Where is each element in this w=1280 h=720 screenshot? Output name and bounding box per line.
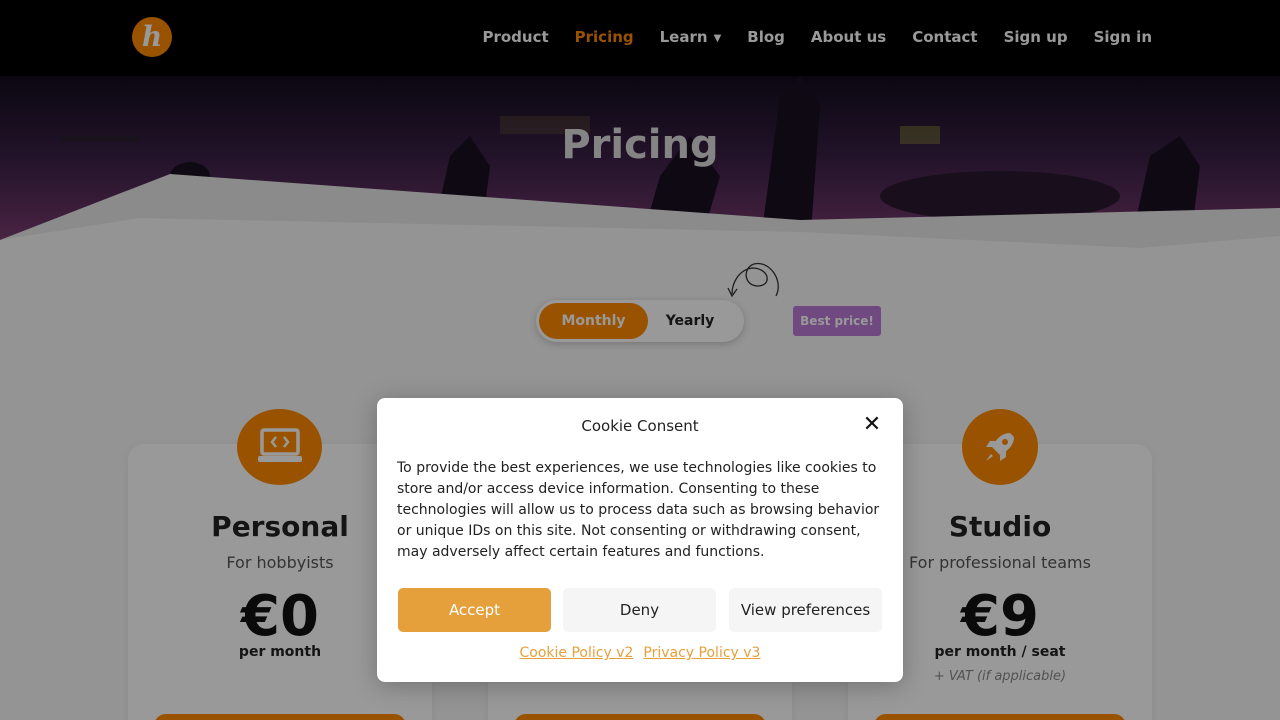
policy-links: Cookie Policy v2 Privacy Policy v3 [377,645,903,661]
accept-button[interactable]: Accept [398,588,551,632]
cookie-dialog-text: To provide the best experiences, we use … [397,460,880,560]
privacy-policy-link[interactable]: Privacy Policy v3 [643,645,760,661]
cookie-consent-dialog: Cookie Consent ✕ To provide the best exp… [377,398,903,682]
close-icon[interactable]: ✕ [861,414,883,436]
cookie-policy-link[interactable]: Cookie Policy v2 [520,645,634,661]
view-preferences-button[interactable]: View preferences [729,588,882,632]
cookie-dialog-title: Cookie Consent [581,417,699,435]
deny-button[interactable]: Deny [563,588,716,632]
